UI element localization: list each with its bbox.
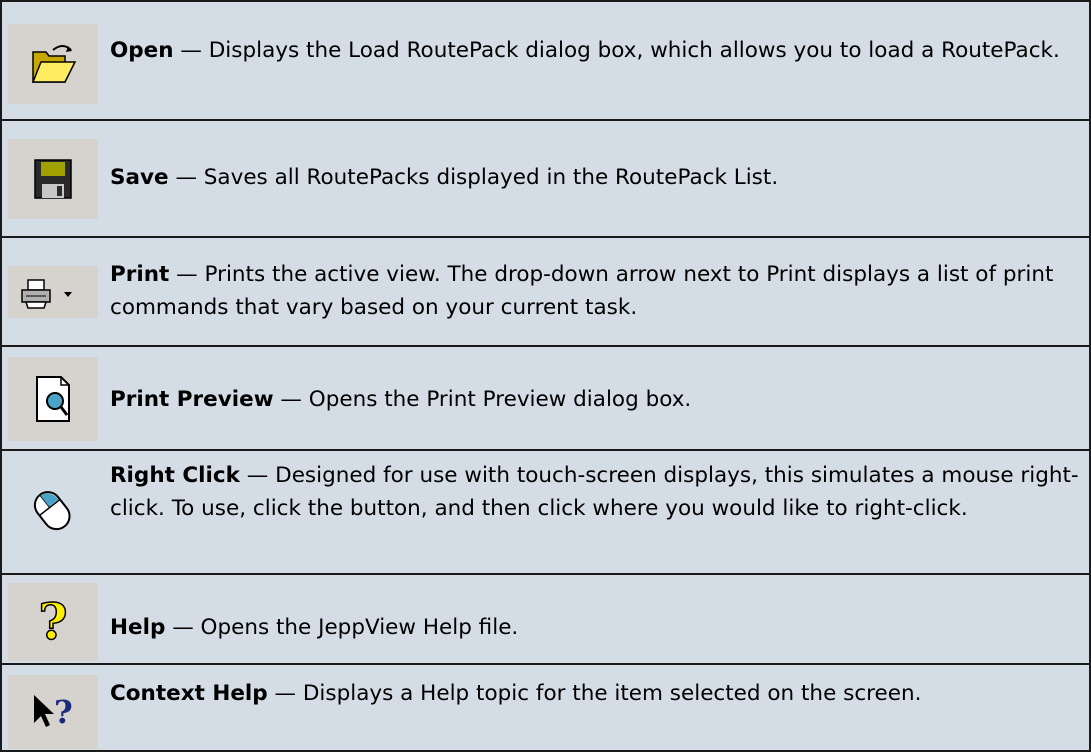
- table-row-right-click: Right Click — Designed for use with touc…: [2, 451, 1089, 575]
- separator: —: [274, 681, 297, 706]
- row-text: Save — Saves all RoutePacks displayed in…: [110, 161, 1081, 194]
- help-question-icon: ?: [8, 583, 98, 661]
- item-description: Prints the active view. The drop-down ar…: [110, 262, 1054, 320]
- item-description: Displays a Help topic for the item selec…: [302, 681, 922, 706]
- item-description: Opens the JeppView Help file.: [200, 615, 519, 640]
- separator: —: [175, 165, 197, 190]
- separator: —: [172, 615, 194, 640]
- separator: —: [246, 463, 269, 488]
- toolbar-reference-table: Open — Displays the Load RoutePack dialo…: [0, 0, 1091, 752]
- item-title: Print Preview: [110, 387, 274, 412]
- separator: —: [280, 387, 302, 412]
- table-row-context-help: ? Context Help — Displays a Help topic f…: [2, 665, 1089, 754]
- mouse-icon: [8, 469, 98, 551]
- item-title: Print: [110, 262, 170, 287]
- item-description: Saves all RoutePacks displayed in the Ro…: [203, 165, 779, 190]
- item-description: Opens the Print Preview dialog box.: [308, 387, 692, 412]
- table-row-print: Print — Prints the active view. The drop…: [2, 238, 1089, 347]
- open-folder-icon: [8, 24, 98, 104]
- row-text: Print — Prints the active view. The drop…: [110, 258, 1081, 324]
- table-row-print-preview: Print Preview — Opens the Print Preview …: [2, 347, 1089, 451]
- table-row-save: Save — Saves all RoutePacks displayed in…: [2, 121, 1089, 238]
- item-title: Save: [110, 165, 169, 190]
- save-floppy-icon: [8, 139, 98, 219]
- printer-dropdown-icon: [8, 266, 98, 318]
- item-description: Displays the Load RoutePack dialog box, …: [208, 38, 1060, 63]
- row-text: Open — Displays the Load RoutePack dialo…: [110, 34, 1081, 67]
- row-text: Context Help — Displays a Help topic for…: [110, 677, 1081, 710]
- table-row-open: Open — Displays the Load RoutePack dialo…: [2, 2, 1089, 121]
- row-text: Right Click — Designed for use with touc…: [110, 459, 1081, 525]
- row-text: Print Preview — Opens the Print Preview …: [110, 383, 1081, 416]
- table-row-help: ? Help — Opens the JeppView Help file.: [2, 575, 1089, 665]
- separator: —: [176, 262, 198, 287]
- row-text: Help — Opens the JeppView Help file.: [110, 611, 1081, 644]
- item-title: Context Help: [110, 681, 268, 706]
- item-title: Open: [110, 38, 174, 63]
- item-title: Help: [110, 615, 166, 640]
- separator: —: [180, 38, 202, 63]
- svg-text:?: ?: [54, 693, 73, 731]
- print-preview-icon: [8, 357, 98, 441]
- context-help-icon: ?: [8, 675, 98, 749]
- item-title: Right Click: [110, 463, 240, 488]
